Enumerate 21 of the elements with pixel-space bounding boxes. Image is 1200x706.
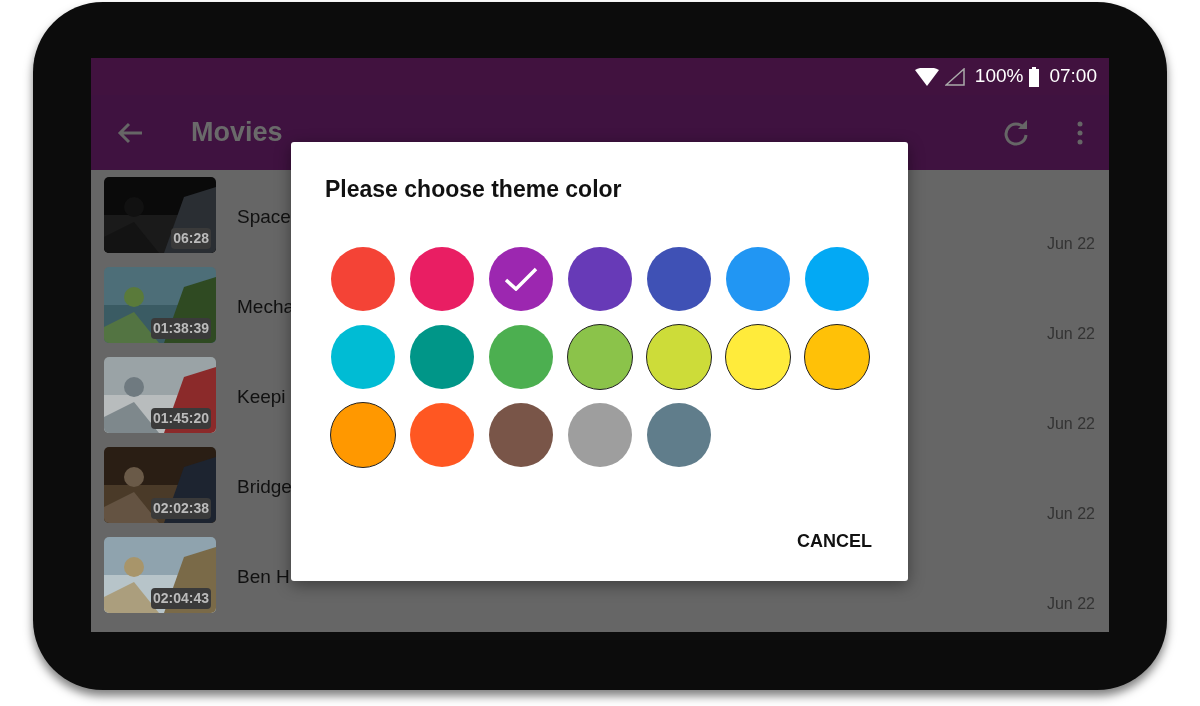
back-arrow-icon[interactable] xyxy=(117,121,143,144)
video-title: Bridge xyxy=(237,475,292,499)
duration-label: 06:28 xyxy=(171,228,211,249)
video-title: Keepi xyxy=(237,385,286,409)
duration-label: 02:04:43 xyxy=(150,588,211,609)
cancel-button[interactable]: CANCEL xyxy=(795,528,874,555)
refresh-icon[interactable] xyxy=(1003,119,1029,146)
battery-icon xyxy=(1029,66,1040,87)
toolbar-title: Movies xyxy=(191,116,283,150)
clock: 07:00 xyxy=(1049,64,1097,89)
signal-icon xyxy=(944,67,965,86)
dialog-title: Please choose theme color xyxy=(325,175,623,204)
video-title: Space xyxy=(237,205,291,229)
duration-label: 01:45:20 xyxy=(150,408,211,429)
duration-label: 01:38:39 xyxy=(150,318,211,339)
wifi-icon xyxy=(914,67,939,86)
more-options-icon[interactable] xyxy=(1077,120,1083,145)
duration-label: 02:02:38 xyxy=(150,498,211,519)
battery-percent: 100% xyxy=(974,64,1024,89)
video-title: Ben H xyxy=(237,565,290,589)
checkmark-icon xyxy=(504,266,538,291)
